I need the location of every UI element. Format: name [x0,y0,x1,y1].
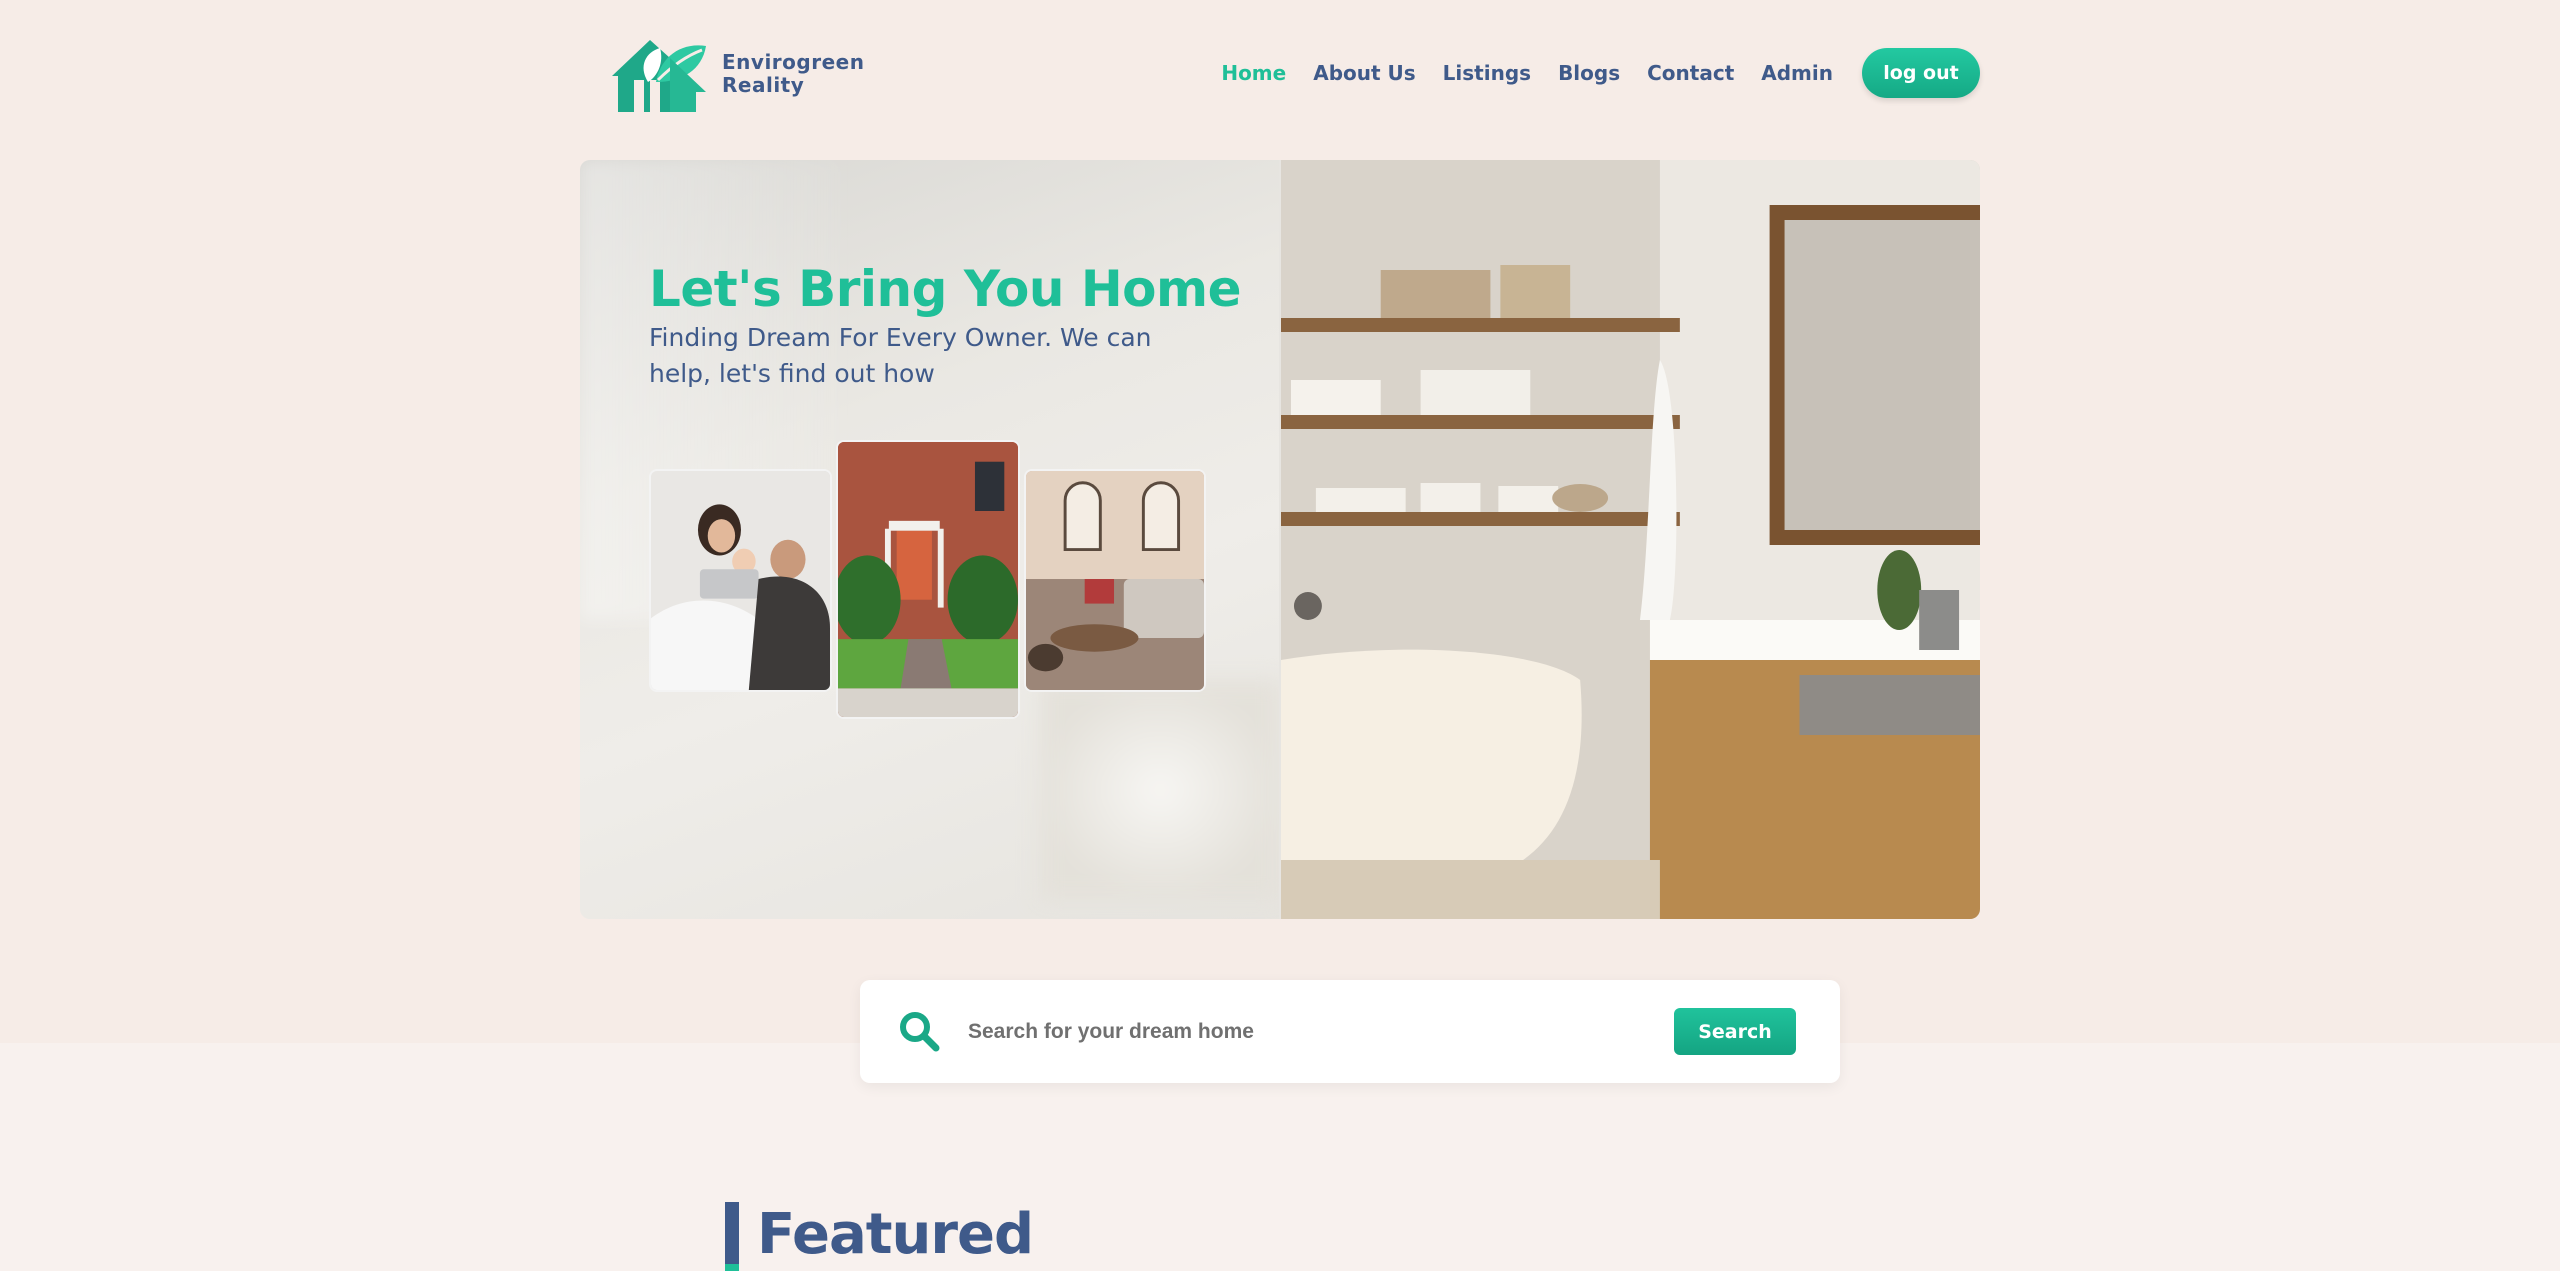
bathroom-photo [1279,160,1980,919]
featured-accent-bar [725,1202,739,1271]
family-photo [649,469,832,692]
nav-about-us[interactable]: About Us [1313,61,1415,85]
house-leaf-icon [612,40,706,112]
hero-title: Let's Bring You Home [649,260,1242,318]
search-input[interactable] [968,1012,1608,1052]
brand-logo[interactable]: Envirogreen Reality [610,36,864,112]
hero-subtitle: Finding Dream For Every Owner. We can he… [649,323,1152,388]
brick-house-photo [836,440,1020,719]
living-room-photo [1024,469,1206,692]
search-bar: Search [860,980,1840,1083]
hero-background-blur-tub [1040,680,1280,900]
nav-home[interactable]: Home [1221,61,1286,85]
nav-contact[interactable]: Contact [1647,61,1734,85]
logout-button[interactable]: log out [1862,48,1980,98]
featured-heading: Featured [725,1202,1034,1271]
nav-admin[interactable]: Admin [1761,61,1833,85]
main-nav: Home About Us Listings Blogs Contact Adm… [1194,48,1980,98]
nav-listings[interactable]: Listings [1443,61,1531,85]
brand-name-line1: Envirogreen [722,50,865,74]
hero-section: Let's Bring You Home Finding Dream For E… [580,160,1980,919]
featured-title: Featured [757,1202,1034,1267]
search-button[interactable]: Search [1674,1008,1796,1055]
brand-name: Envirogreen Reality [722,51,864,97]
brand-name-line2: Reality [722,73,805,97]
hero-text-panel: Let's Bring You Home Finding Dream For E… [580,160,1280,919]
nav-blogs[interactable]: Blogs [1558,61,1620,85]
search-icon [900,1012,940,1052]
